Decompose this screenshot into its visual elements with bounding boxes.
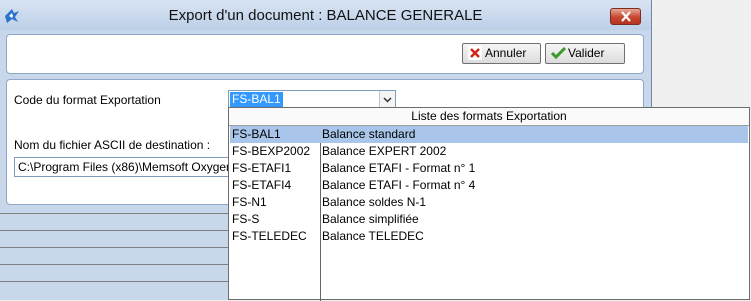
close-icon xyxy=(621,11,631,22)
format-code: FS-BAL1 xyxy=(232,127,281,141)
annuler-label: Annuler xyxy=(485,46,527,60)
format-name: Balance soldes N-1 xyxy=(322,195,427,209)
code-format-label: Code du format Exportation xyxy=(14,93,161,107)
code-format-value: FS-BAL1 xyxy=(230,92,283,107)
check-icon xyxy=(551,46,566,60)
chevron-down-icon xyxy=(383,97,392,103)
cancel-x-icon xyxy=(468,46,482,60)
list-item[interactable]: FS-ETAFI4 Balance ETAFI - Format n° 4 xyxy=(230,177,748,194)
annuler-button[interactable]: Annuler xyxy=(462,43,541,64)
format-code: FS-TELEDEC xyxy=(232,229,307,243)
file-name-label: Nom du fichier ASCII de destination : xyxy=(14,138,211,152)
format-name: Balance ETAFI - Format n° 1 xyxy=(322,161,476,175)
list-item[interactable]: FS-ETAFI1 Balance ETAFI - Format n° 1 xyxy=(230,160,748,177)
list-item[interactable]: FS-BAL1 Balance standard xyxy=(230,126,748,143)
list-item[interactable]: FS-BEXP2002 Balance EXPERT 2002 xyxy=(230,143,748,160)
list-item[interactable]: FS-TELEDEC Balance TELEDEC xyxy=(230,228,748,245)
format-code: FS-ETAFI4 xyxy=(232,178,292,192)
format-code: FS-ETAFI1 xyxy=(232,161,292,175)
format-name: Balance standard xyxy=(322,127,416,141)
format-code: FS-BEXP2002 xyxy=(232,144,311,158)
divider-line xyxy=(0,247,230,248)
action-panel: Annuler Valider xyxy=(6,34,644,74)
dropdown-header: Liste des formats Exportation xyxy=(229,108,749,126)
list-item[interactable]: FS-N1 Balance soldes N-1 xyxy=(230,194,748,211)
divider-line xyxy=(0,213,230,214)
format-code: FS-S xyxy=(232,212,260,226)
divider-line xyxy=(0,281,230,282)
format-name: Balance simplifiée xyxy=(322,212,419,226)
format-name: Balance EXPERT 2002 xyxy=(322,144,447,158)
title-bar[interactable]: Export d'un document : BALANCE GENERALE xyxy=(0,0,651,30)
file-path-input[interactable]: C:\Program Files (x86)\Memsoft Oxyger xyxy=(14,157,244,177)
valider-label: Valider xyxy=(568,46,605,60)
format-list-dropdown[interactable]: Liste des formats Exportation FS-BAL1 Bal… xyxy=(228,107,750,301)
window-title: Export d'un document : BALANCE GENERALE xyxy=(168,7,483,24)
divider-line xyxy=(0,230,230,231)
format-code: FS-N1 xyxy=(232,195,267,209)
valider-button[interactable]: Valider xyxy=(545,43,625,64)
format-name: Balance TELEDEC xyxy=(322,229,424,243)
close-button[interactable] xyxy=(610,8,641,25)
combo-dropdown-button[interactable] xyxy=(379,91,395,108)
format-name: Balance ETAFI - Format n° 4 xyxy=(322,178,476,192)
divider-line xyxy=(0,264,230,265)
list-item[interactable]: FS-S Balance simplifiée xyxy=(230,211,748,228)
